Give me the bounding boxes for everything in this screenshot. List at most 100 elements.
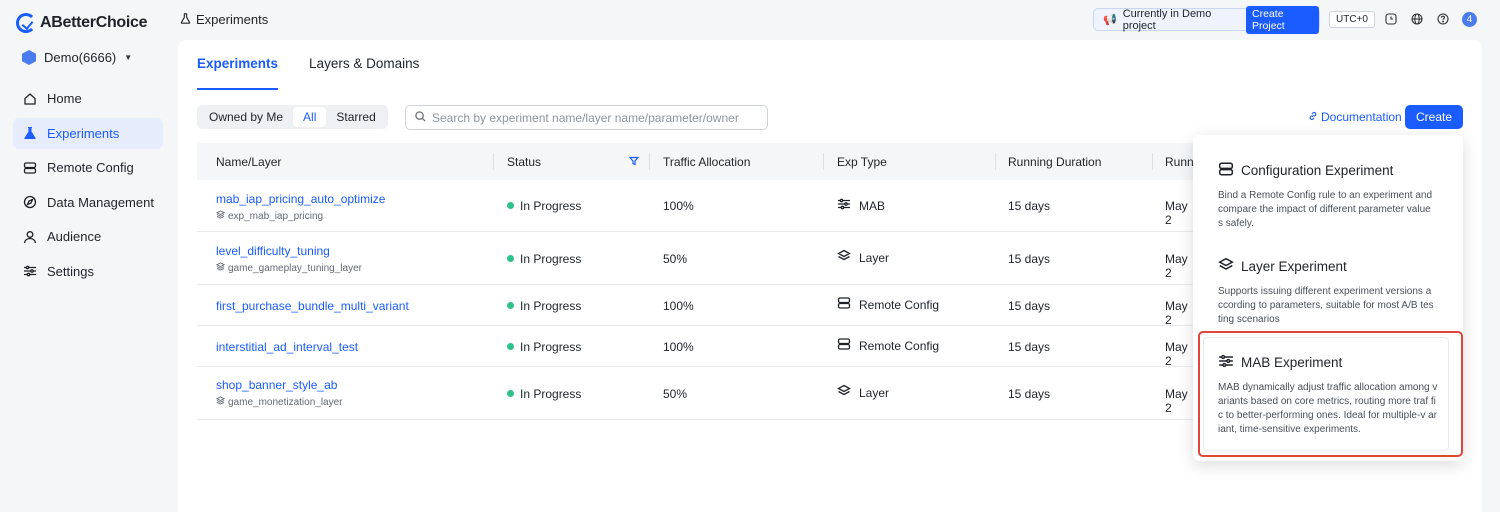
breadcrumb: Experiments: [180, 12, 268, 27]
sidebar-item-audience[interactable]: Audience: [13, 221, 163, 252]
status-dot: [507, 202, 514, 209]
sidebar-item-home[interactable]: Home: [13, 83, 163, 114]
duration-cell: 15 days: [1008, 340, 1051, 354]
clock-icon[interactable]: [1385, 13, 1397, 25]
name-cell: first_purchase_bundle_multi_variant: [216, 299, 409, 313]
globe-icon[interactable]: [1411, 13, 1423, 25]
column-header-running-duration: Running Duration: [1008, 155, 1102, 169]
menu-item-description: Supports issuing different experiment ve…: [1218, 286, 1434, 325]
menu-item-mab-experiment[interactable]: MAB Experiment MAB dynamically adjust tr…: [1193, 353, 1463, 437]
column-divider: [995, 153, 996, 170]
menu-item-description: Bind a Remote Config rule to an experime…: [1218, 190, 1433, 229]
traffic-cell: 100%: [663, 340, 694, 354]
menu-item-title-row: Layer Experiment: [1218, 257, 1438, 276]
tab-layers-domains[interactable]: Layers & Domains: [309, 56, 419, 90]
table-row[interactable]: mab_iap_pricing_auto_optimize exp_mab_ia…: [197, 180, 1197, 232]
table-row[interactable]: interstitial_ad_interval_test In Progres…: [197, 326, 1197, 368]
tab-bar: Experiments Layers & Domains: [197, 56, 419, 90]
sidebar-item-settings[interactable]: Settings: [13, 256, 163, 287]
sidebar-item-label: Settings: [47, 263, 94, 279]
sidebar: ABetterChoice Demo(6666) ▼ Home Experime…: [0, 0, 178, 512]
flask-icon: [23, 126, 37, 140]
duration-cell: 15 days: [1008, 299, 1051, 313]
experiment-name-link[interactable]: shop_banner_style_ab: [216, 378, 343, 392]
menu-item-configuration-experiment[interactable]: Configuration Experiment Bind a Remote C…: [1193, 161, 1463, 231]
exp-type-text: Layer: [859, 385, 890, 400]
sidebar-item-experiments[interactable]: Experiments: [13, 117, 163, 149]
layer-label: exp_mab_iap_pricing: [215, 210, 385, 222]
layer-name: exp_mab_iap_pricing: [228, 210, 324, 222]
traffic-cell: 50%: [663, 387, 688, 401]
menu-item-layer-experiment[interactable]: Layer Experiment Supports issuing differ…: [1193, 257, 1463, 327]
layers-icon: [215, 396, 226, 408]
column-header-exp-type: Exp Type: [837, 155, 887, 169]
compass-icon: [23, 195, 37, 209]
layer-label: game_gameplay_tuning_layer: [215, 262, 362, 274]
menu-item-title: Configuration Experiment: [1241, 163, 1394, 178]
create-project-button[interactable]: Create Project: [1246, 5, 1319, 34]
column-header-running-time: Runni: [1165, 155, 1197, 169]
experiment-name-link[interactable]: interstitial_ad_interval_test: [216, 340, 358, 354]
sidebar-item-label: Audience: [47, 229, 102, 244]
filter-starred[interactable]: Starred: [326, 107, 385, 127]
brand-logo[interactable]: ABetterChoice: [16, 13, 148, 33]
create-button[interactable]: Create: [1405, 105, 1463, 129]
server-icon: [837, 337, 851, 354]
home-icon: [23, 92, 37, 106]
sidebar-item-data-management[interactable]: Data Management: [13, 187, 163, 218]
exp-type-text: Remote Config: [859, 338, 940, 353]
sliders-icon: [23, 264, 37, 278]
layer-name: game_gameplay_tuning_layer: [228, 262, 362, 274]
demo-notice-text: Currently in Demo project: [1122, 7, 1212, 32]
layer-label: game_monetization_layer: [215, 396, 343, 408]
filter-icon[interactable]: [628, 155, 640, 169]
table-header: Name/Layer Status Traffic Allocation Exp…: [197, 143, 1197, 180]
table-row[interactable]: level_difficulty_tuning game_gameplay_tu…: [197, 232, 1197, 285]
search-box: [405, 105, 768, 130]
timezone-badge[interactable]: UTC+0: [1329, 11, 1375, 28]
layers-icon: [215, 210, 226, 222]
experiment-name-link[interactable]: level_difficulty_tuning: [216, 244, 362, 258]
sidebar-item-label: Home: [47, 91, 82, 106]
documentation-link[interactable]: Documentation: [1308, 110, 1402, 124]
logo-icon: [16, 13, 36, 33]
help-icon[interactable]: [1437, 13, 1449, 25]
filter-owned-by-me[interactable]: Owned by Me: [199, 107, 293, 127]
name-cell: shop_banner_style_ab game_monetization_l…: [215, 378, 343, 408]
menu-item-title-row: Configuration Experiment: [1218, 161, 1438, 180]
filter-all[interactable]: All: [293, 107, 327, 127]
status-dot: [507, 302, 514, 309]
demo-project-notice: 📢 Currently in Demo project Create Proje…: [1093, 5, 1320, 34]
create-dropdown-menu: Configuration Experiment Bind a Remote C…: [1193, 135, 1463, 461]
search-input[interactable]: [432, 110, 752, 125]
table-row[interactable]: first_purchase_bundle_multi_variant In P…: [197, 285, 1197, 327]
status-text: In Progress: [520, 199, 582, 213]
status-text: In Progress: [520, 387, 582, 401]
status-cell: In Progress: [507, 199, 581, 213]
name-cell: interstitial_ad_interval_test: [216, 340, 358, 354]
sidebar-item-remote-config[interactable]: Remote Config: [13, 152, 163, 183]
status-cell: In Progress: [507, 340, 581, 354]
exp-type-text: MAB: [859, 198, 886, 213]
duration-cell: 15 days: [1008, 252, 1051, 266]
menu-item-title: Layer Experiment: [1241, 259, 1347, 274]
layer-name: game_monetization_layer: [228, 396, 343, 408]
layers-icon: [837, 384, 851, 401]
project-selector[interactable]: Demo(6666) ▼: [22, 50, 132, 65]
notification-badge[interactable]: 4: [1462, 12, 1477, 27]
table-row[interactable]: shop_banner_style_ab game_monetization_l…: [197, 367, 1197, 420]
sidebar-nav: Home Experiments Remote Config Data Mana…: [13, 83, 163, 290]
column-header-traffic: Traffic Allocation: [663, 155, 751, 169]
column-divider: [649, 153, 650, 170]
user-icon: [23, 230, 37, 244]
ownership-filter: Owned by Me All Starred: [197, 105, 388, 129]
experiment-name-link[interactable]: first_purchase_bundle_multi_variant: [216, 299, 409, 313]
status-cell: In Progress: [507, 252, 581, 266]
experiment-name-link[interactable]: mab_iap_pricing_auto_optimize: [216, 192, 385, 206]
link-icon: [1308, 110, 1318, 124]
flask-icon: [180, 12, 191, 27]
status-text: In Progress: [520, 340, 582, 354]
exp-type-text: Layer: [859, 250, 890, 265]
column-divider: [493, 153, 494, 170]
tab-experiments[interactable]: Experiments: [197, 56, 279, 90]
